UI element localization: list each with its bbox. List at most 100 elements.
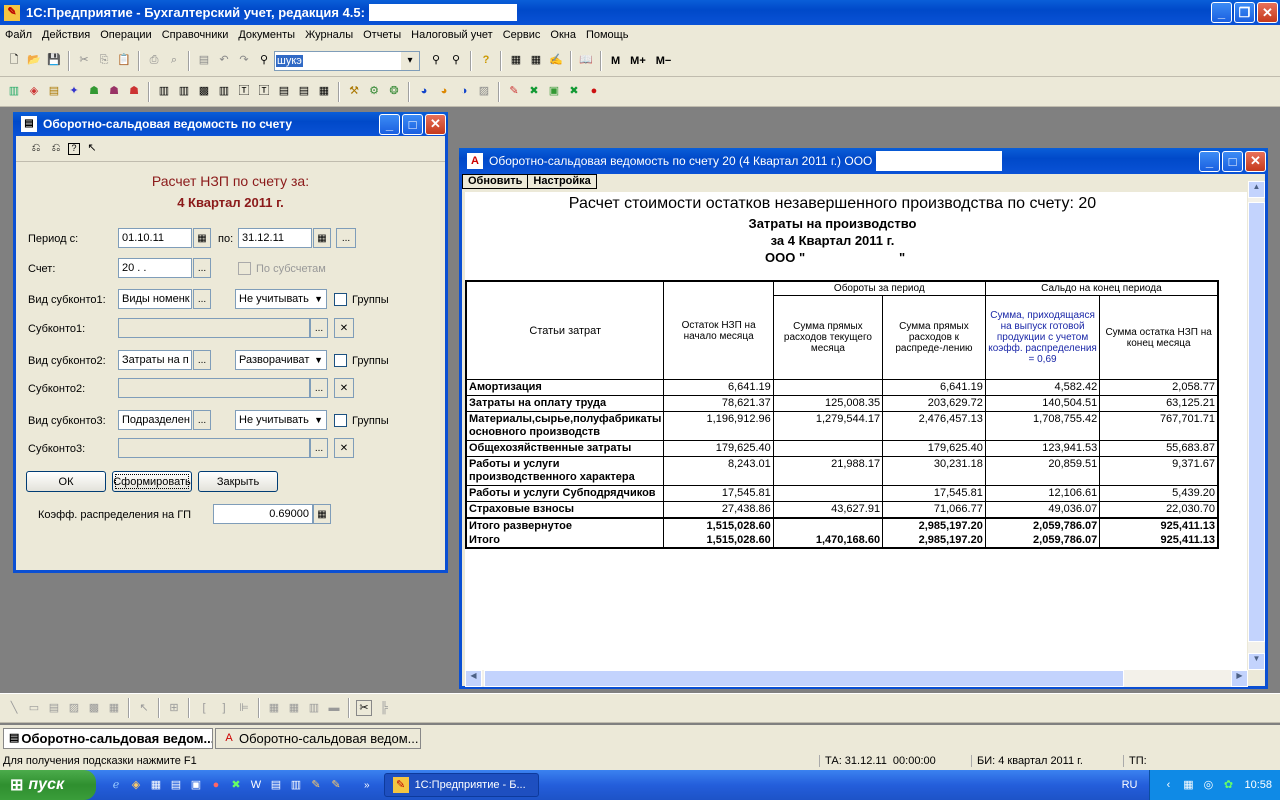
- menu-references[interactable]: Справочники: [157, 29, 234, 41]
- ok-button[interactable]: ОК: [26, 471, 106, 492]
- sub1-type-field[interactable]: Виды номенк: [118, 289, 192, 309]
- image-icon[interactable]: ▣: [546, 84, 562, 100]
- report-7-icon[interactable]: ▤: [276, 84, 292, 100]
- menu-operations[interactable]: Операции: [95, 29, 156, 41]
- calendar-to-icon[interactable]: ▦: [313, 228, 331, 248]
- horizontal-scrollbar[interactable]: ◀ ▶: [465, 670, 1248, 687]
- menu-service[interactable]: Сервис: [498, 29, 546, 41]
- minimize-button[interactable]: _: [1211, 2, 1232, 23]
- tips-icon[interactable]: ✍: [548, 53, 564, 69]
- memory-minus-button[interactable]: M−: [656, 55, 672, 67]
- sub3-select-button[interactable]: ...: [310, 438, 328, 458]
- report-4-icon[interactable]: ▥: [216, 84, 232, 100]
- staff-icon[interactable]: ☗: [106, 84, 122, 100]
- tool-2-icon[interactable]: ⚙: [366, 84, 382, 100]
- report-maximize-button[interactable]: □: [1222, 150, 1243, 172]
- period-select-button[interactable]: ...: [336, 228, 356, 248]
- globe-1-icon[interactable]: ◕: [416, 84, 432, 100]
- picture-tool-icon[interactable]: ▨: [66, 700, 82, 716]
- ql-10-icon[interactable]: ▥: [288, 777, 304, 793]
- calendar-icon[interactable]: ▦: [528, 53, 544, 69]
- sub3-field[interactable]: [118, 438, 310, 458]
- restore-settings-icon[interactable]: ⎌: [48, 141, 64, 157]
- tray-icq-icon[interactable]: ✿: [1220, 777, 1236, 793]
- sub1-mode-select[interactable]: Не учитывать ▼: [235, 289, 327, 309]
- sub1-groups-checkbox[interactable]: [334, 293, 347, 306]
- coef-field[interactable]: 0.69000: [213, 504, 313, 524]
- paste-icon[interactable]: 📋: [116, 53, 132, 69]
- ql-3-icon[interactable]: ▦: [148, 777, 164, 793]
- chart-tool-icon[interactable]: ▩: [86, 700, 102, 716]
- find-icon[interactable]: ⚲: [256, 53, 272, 69]
- ql-4-icon[interactable]: ▤: [168, 777, 184, 793]
- preview-icon[interactable]: ⌕: [166, 53, 182, 69]
- ie-icon[interactable]: ℯ: [108, 777, 124, 793]
- taskbar-1c-button[interactable]: ✎ 1С:Предприятие - Б...: [383, 773, 539, 797]
- bracket-right-icon[interactable]: ]: [216, 700, 232, 716]
- close-button[interactable]: ✕: [1257, 2, 1278, 23]
- sub2-clear-icon[interactable]: ✕: [334, 378, 354, 398]
- grid-3-icon[interactable]: ▥: [306, 700, 322, 716]
- save-settings-icon[interactable]: ⎌: [28, 141, 44, 157]
- print-icon[interactable]: ⎙: [146, 53, 162, 69]
- window-tab-dialog[interactable]: ▤ Оборотно-сальдовая ведом...: [3, 728, 213, 749]
- book-icon[interactable]: 📖: [578, 53, 594, 69]
- open-icon[interactable]: 📂: [26, 53, 42, 69]
- dialog-help-icon[interactable]: ?: [68, 142, 80, 155]
- undo-icon[interactable]: ↶: [216, 53, 232, 69]
- apple-icon[interactable]: ●: [586, 84, 602, 100]
- x-icon[interactable]: ✖: [566, 84, 582, 100]
- sub1-clear-icon[interactable]: ✕: [334, 318, 354, 338]
- memory-plus-button[interactable]: M+: [630, 55, 646, 67]
- language-indicator[interactable]: RU: [1122, 779, 1138, 791]
- account-field[interactable]: 20 . .: [118, 258, 192, 278]
- what-is-icon[interactable]: ↖: [84, 141, 100, 157]
- chart-of-accounts-icon[interactable]: ▥: [6, 84, 22, 100]
- search-input[interactable]: шукэ: [276, 54, 303, 67]
- find-prev-icon[interactable]: ⚲: [448, 53, 464, 69]
- text-icon[interactable]: ▤: [46, 700, 62, 716]
- settings-button[interactable]: Настройка: [528, 174, 597, 189]
- sub2-select-button[interactable]: ...: [310, 378, 328, 398]
- report-3-icon[interactable]: ▩: [196, 84, 212, 100]
- report-2-icon[interactable]: ▥: [176, 84, 192, 100]
- dialog-close-button[interactable]: ✕: [425, 113, 446, 135]
- report-5-icon[interactable]: 🅃: [236, 84, 252, 100]
- restore-button[interactable]: ❐: [1234, 2, 1255, 23]
- report-close-button[interactable]: ✕: [1245, 150, 1266, 172]
- memory-button[interactable]: M: [611, 55, 620, 67]
- grid-1-icon[interactable]: ▦: [266, 700, 282, 716]
- sub3-mode-select[interactable]: Не учитывать ▼: [235, 410, 327, 430]
- ql-excel-icon[interactable]: ✖: [228, 777, 244, 793]
- table-icon[interactable]: ╠: [376, 700, 392, 716]
- scroll-left-icon[interactable]: ◀: [465, 670, 482, 687]
- page-icon[interactable]: ▤: [196, 53, 212, 69]
- excel-icon[interactable]: ✖: [526, 84, 542, 100]
- picture-icon[interactable]: ▨: [476, 84, 492, 100]
- line-icon[interactable]: ╲: [6, 700, 22, 716]
- menu-tax[interactable]: Налоговый учет: [406, 29, 498, 41]
- menu-actions[interactable]: Действия: [37, 29, 95, 41]
- sub2-groups-checkbox[interactable]: [334, 354, 347, 367]
- rect-icon[interactable]: ▭: [26, 700, 42, 716]
- cut-cells-icon[interactable]: ✂: [356, 700, 372, 716]
- entries-icon[interactable]: ◈: [26, 84, 42, 100]
- report-minimize-button[interactable]: _: [1199, 150, 1220, 172]
- sub3-groups-checkbox[interactable]: [334, 414, 347, 427]
- coef-calculator-icon[interactable]: ▦: [313, 504, 331, 524]
- scroll-up-icon[interactable]: ▲: [1248, 181, 1265, 198]
- align-icon[interactable]: ⊫: [236, 700, 252, 716]
- bracket-left-icon[interactable]: [: [196, 700, 212, 716]
- find-next-icon[interactable]: ⚲: [428, 53, 444, 69]
- dialog-maximize-button[interactable]: □: [402, 113, 423, 135]
- subaccounts-checkbox[interactable]: [238, 262, 251, 275]
- cut-icon[interactable]: ✂: [76, 53, 92, 69]
- menu-file[interactable]: Файл: [0, 29, 37, 41]
- sub1-field[interactable]: [118, 318, 310, 338]
- tool-1-icon[interactable]: ⚒: [346, 84, 362, 100]
- sub2-type-select-button[interactable]: ...: [193, 350, 211, 370]
- period-to-field[interactable]: 31.12.11: [238, 228, 312, 248]
- ql-word-icon[interactable]: W: [248, 777, 264, 793]
- window-tab-report[interactable]: A Оборотно-сальдовая ведом...: [215, 728, 421, 749]
- scroll-down-icon[interactable]: ▼: [1248, 653, 1265, 670]
